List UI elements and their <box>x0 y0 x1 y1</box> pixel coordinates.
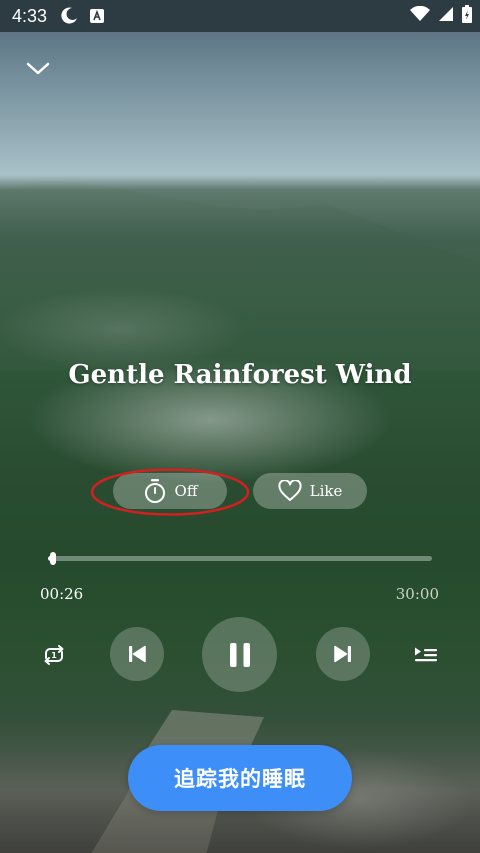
moon-icon <box>59 6 79 26</box>
pause-icon <box>229 642 250 667</box>
like-label: Like <box>309 482 343 500</box>
a-badge-icon <box>89 8 105 24</box>
highlight-ellipse <box>90 468 250 516</box>
total-time: 30:00 <box>395 585 439 603</box>
skip-next-icon <box>334 645 351 663</box>
playlist-icon <box>415 647 437 662</box>
seek-bar-thumb[interactable] <box>50 552 57 565</box>
collapse-button[interactable] <box>22 54 54 84</box>
seek-bar[interactable] <box>48 552 432 565</box>
battery-icon <box>462 4 472 28</box>
playlist-button[interactable] <box>408 637 444 673</box>
wifi-icon <box>410 5 430 27</box>
previous-button[interactable] <box>110 627 164 681</box>
track-sleep-button[interactable]: 追踪我的睡眠 <box>128 745 352 811</box>
play-pause-button[interactable] <box>202 617 277 692</box>
current-time: 00:26 <box>40 585 84 603</box>
repeat-once-icon: 1 <box>44 645 64 665</box>
loop-button[interactable]: 1 <box>36 637 72 673</box>
heart-outline-icon <box>278 480 302 501</box>
like-button[interactable]: Like <box>253 473 367 509</box>
chevron-down-icon <box>26 62 50 75</box>
svg-text:1: 1 <box>51 651 57 660</box>
status-bar: 4:33 <box>0 0 480 32</box>
skip-previous-icon <box>129 645 146 663</box>
track-title: Gentle Rainforest Wind <box>68 360 412 390</box>
next-button[interactable] <box>316 627 370 681</box>
cell-signal-icon <box>438 6 454 27</box>
status-time: 4:33 <box>12 5 48 26</box>
